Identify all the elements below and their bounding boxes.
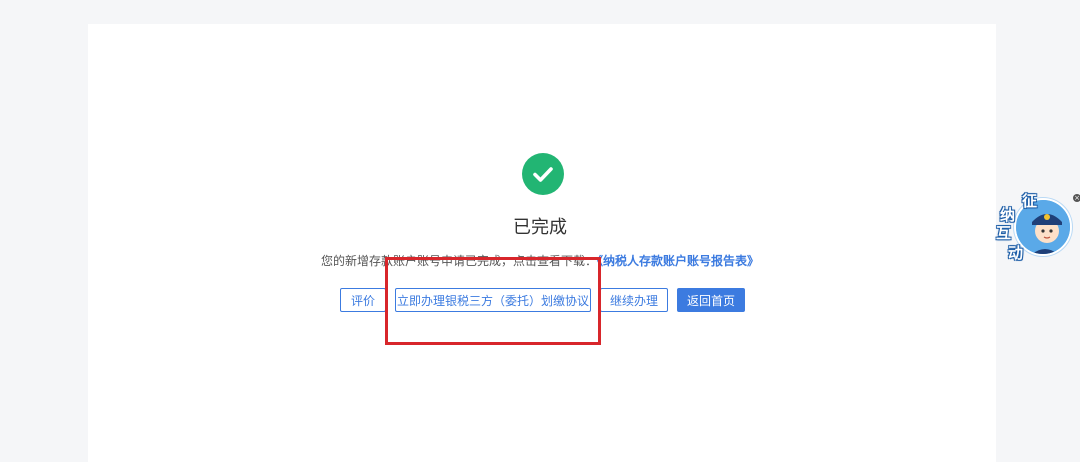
bank-agreement-button[interactable]: 立即办理银税三方（委托）划缴协议 xyxy=(395,288,591,312)
float-char-3: 互 xyxy=(996,224,1012,242)
status-message: 您的新增存款账户账号申请已完成，点击查看下载：《纳税人存款账户账号报告表》 xyxy=(0,252,1080,269)
status-message-text: 您的新增存款账户账号申请已完成，点击查看下载： xyxy=(320,254,597,268)
result-card xyxy=(88,24,996,462)
success-check-icon xyxy=(522,153,564,195)
interaction-float-widget[interactable]: 征 纳 互 动 × xyxy=(996,190,1080,270)
float-char-1: 征 xyxy=(1022,192,1038,210)
continue-button[interactable]: 继续办理 xyxy=(600,288,668,312)
status-title: 已完成 xyxy=(513,217,567,238)
report-download-link[interactable]: 《纳税人存款账户账号报告表》 xyxy=(597,254,759,268)
float-char-4: 动 xyxy=(1008,244,1024,262)
action-buttons: 评价 立即办理银税三方（委托）划缴协议 继续办理 返回首页 xyxy=(0,288,1080,312)
home-button[interactable]: 返回首页 xyxy=(677,288,745,312)
close-icon[interactable]: × xyxy=(1073,194,1080,202)
evaluate-button[interactable]: 评价 xyxy=(340,288,386,312)
